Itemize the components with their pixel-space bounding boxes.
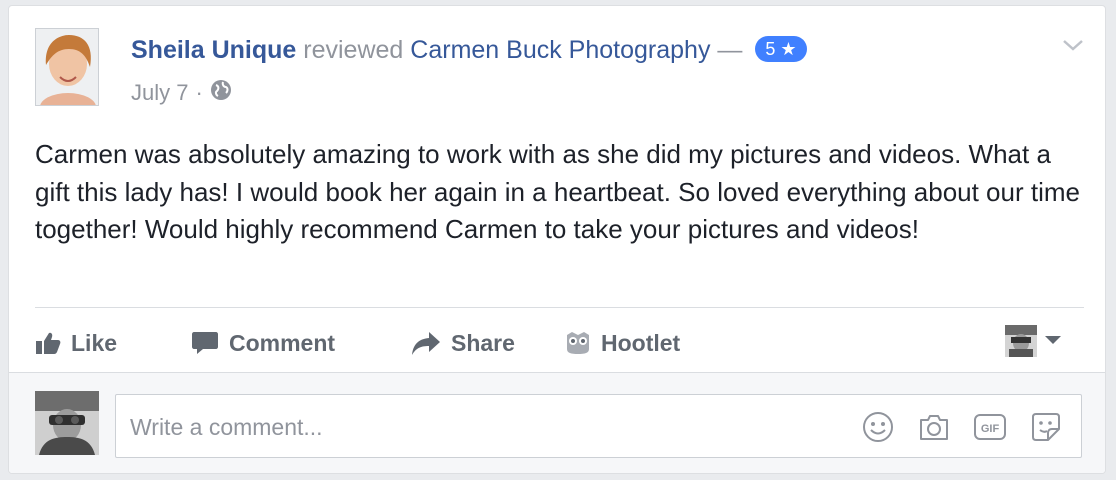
thumbs-up-icon xyxy=(35,331,61,355)
post-meta: July 7 · xyxy=(131,79,232,107)
caret-down-icon xyxy=(1045,332,1061,350)
like-button[interactable]: Like xyxy=(35,318,117,368)
comment-box: GIF xyxy=(115,394,1082,458)
post-title-line: Sheila Unique reviewed Carmen Buck Photo… xyxy=(131,36,807,65)
camera-icon[interactable] xyxy=(916,409,952,445)
globe-icon[interactable] xyxy=(210,79,232,107)
meta-separator: · xyxy=(195,80,203,105)
viewer-avatar xyxy=(1005,325,1037,357)
smiley-icon[interactable] xyxy=(860,409,896,445)
post-actions-bar: Like Comment Share Hootlet xyxy=(9,318,1105,368)
hootlet-label: Hootlet xyxy=(601,329,681,356)
gif-icon[interactable]: GIF xyxy=(972,409,1008,445)
comment-composer-area: GIF xyxy=(9,372,1105,473)
review-post-card: Sheila Unique reviewed Carmen Buck Photo… xyxy=(8,5,1106,474)
post-date-link[interactable]: July 7 xyxy=(131,80,188,106)
svg-text:GIF: GIF xyxy=(981,423,1000,435)
speech-bubble-icon xyxy=(191,330,219,356)
comment-button[interactable]: Comment xyxy=(191,318,335,368)
post-as-selector[interactable] xyxy=(1005,325,1061,357)
sticker-icon[interactable] xyxy=(1028,409,1064,445)
share-label: Share xyxy=(451,329,515,356)
comment-input[interactable] xyxy=(128,409,832,445)
like-label: Like xyxy=(71,329,118,356)
comment-label: Comment xyxy=(229,329,336,356)
current-user-avatar[interactable] xyxy=(35,391,99,455)
rating-badge[interactable]: 5 ★ xyxy=(755,36,807,62)
title-dash: — xyxy=(717,36,743,64)
author-name-link[interactable]: Sheila Unique xyxy=(131,36,296,64)
share-button[interactable]: Share xyxy=(411,318,515,368)
chevron-down-icon[interactable] xyxy=(1061,36,1085,54)
page-name-link[interactable]: Carmen Buck Photography xyxy=(410,36,710,64)
action-text: reviewed xyxy=(303,36,404,64)
review-text: Carmen was absolutely amazing to work wi… xyxy=(35,139,1080,244)
author-avatar[interactable] xyxy=(35,28,99,106)
share-arrow-icon xyxy=(411,330,441,356)
hootlet-button[interactable]: Hootlet xyxy=(565,318,680,368)
divider xyxy=(35,307,1084,308)
owl-icon xyxy=(565,331,591,355)
